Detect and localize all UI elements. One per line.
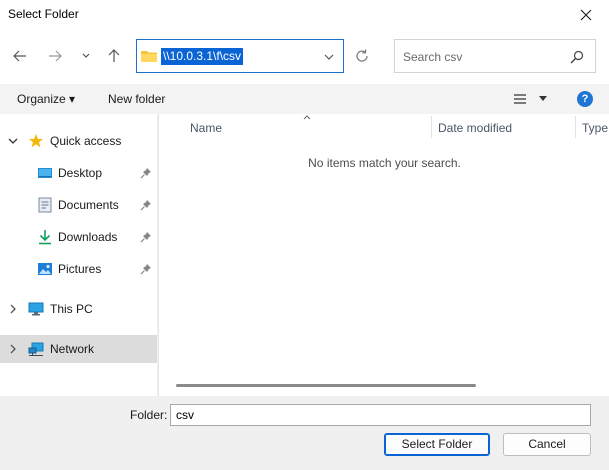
help-button[interactable]: ? (577, 91, 593, 107)
search-icon (570, 50, 584, 64)
chevron-down-icon (324, 54, 334, 60)
folder-name-field[interactable]: csv (170, 404, 591, 426)
sidebar-item-label: Documents (58, 198, 119, 212)
sidebar-item-this-pc[interactable]: This PC (0, 295, 157, 323)
sidebar-item-downloads[interactable]: Downloads (0, 223, 157, 251)
column-header-type[interactable]: Type (582, 121, 608, 135)
column-header-date-modified[interactable]: Date modified (438, 121, 512, 135)
pin-icon[interactable] (140, 231, 152, 243)
network-icon (28, 342, 44, 356)
title-bar: Select Folder (0, 0, 609, 30)
pin-icon[interactable] (140, 263, 152, 275)
pin-icon[interactable] (140, 199, 152, 211)
computer-icon (28, 302, 44, 316)
chevron-right-icon[interactable] (8, 344, 18, 354)
new-folder-button[interactable]: New folder (108, 92, 165, 106)
navigation-pane: Quick access Desktop Documents Downloads… (0, 114, 157, 396)
chevron-right-icon[interactable] (8, 304, 18, 314)
chevron-down-icon[interactable] (8, 136, 18, 146)
download-icon (39, 230, 51, 245)
desktop-icon (38, 168, 52, 178)
sidebar-item-quick-access[interactable]: Quick access (0, 127, 157, 155)
address-dropdown-button[interactable] (321, 50, 337, 64)
sidebar-item-label: Downloads (58, 230, 118, 244)
view-options-button[interactable] (513, 90, 549, 108)
column-divider[interactable] (575, 116, 576, 138)
forward-button[interactable] (43, 44, 67, 68)
sidebar-item-pictures[interactable]: Pictures (0, 255, 157, 283)
select-folder-button[interactable]: Select Folder (384, 433, 490, 456)
command-bar: Organize ▾ New folder ? (0, 84, 609, 114)
search-placeholder: Search csv (403, 50, 463, 64)
documents-icon (38, 197, 52, 213)
up-button[interactable] (102, 44, 126, 68)
chevron-down-icon (82, 53, 90, 58)
sidebar-item-label: Network (50, 342, 95, 356)
folder-icon (141, 51, 157, 62)
horizontal-scrollbar[interactable] (176, 384, 476, 387)
close-button[interactable] (563, 0, 609, 30)
folder-label: Folder: (130, 408, 168, 422)
sort-ascending-icon (303, 115, 311, 120)
sidebar-item-network[interactable]: Network (0, 335, 157, 363)
arrow-right-icon (49, 50, 62, 62)
organize-menu[interactable]: Organize ▾ (17, 92, 75, 106)
column-header-name[interactable]: Name (190, 121, 222, 135)
star-icon (29, 134, 43, 148)
recent-locations-button[interactable] (74, 44, 98, 68)
list-view-icon (514, 94, 526, 104)
sidebar-item-desktop[interactable]: Desktop (0, 159, 157, 187)
arrow-left-icon (13, 50, 26, 62)
column-divider[interactable] (431, 116, 432, 138)
cancel-button[interactable]: Cancel (503, 433, 591, 456)
address-bar[interactable]: \\10.0.3.1\f\csv (136, 39, 344, 73)
sidebar-item-documents[interactable]: Documents (0, 191, 157, 219)
window-title: Select Folder (8, 7, 79, 21)
back-button[interactable] (8, 44, 32, 68)
address-text[interactable]: \\10.0.3.1\f\csv (161, 48, 244, 65)
sidebar-item-label: Quick access (50, 134, 122, 148)
sidebar-item-label: This PC (50, 302, 93, 316)
empty-message: No items match your search. (308, 156, 461, 170)
sidebar-item-label: Pictures (58, 262, 102, 276)
pictures-icon (38, 263, 52, 275)
refresh-button[interactable] (350, 44, 374, 68)
close-icon (580, 9, 592, 21)
help-icon: ? (581, 93, 589, 105)
search-box[interactable]: Search csv (394, 39, 596, 73)
dialog-footer: Folder: csv Select Folder Cancel (0, 396, 609, 470)
sidebar-item-label: Desktop (58, 166, 103, 180)
file-list[interactable]: Name Date modified Type No items match y… (158, 114, 609, 396)
refresh-icon (356, 49, 368, 62)
arrow-up-icon (108, 49, 120, 62)
chevron-down-icon (539, 96, 547, 101)
pin-icon[interactable] (140, 167, 152, 179)
